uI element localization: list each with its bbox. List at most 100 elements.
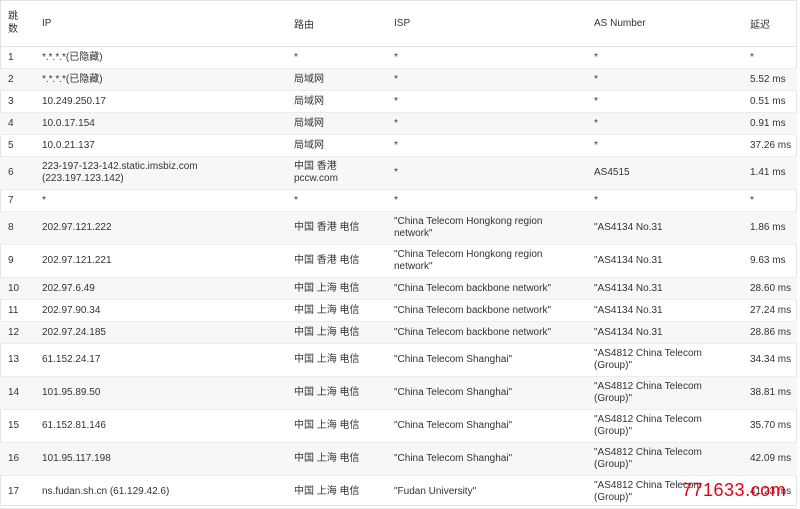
ip-cell: 10.249.250.17 [34, 90, 286, 113]
ip-cell: 10.0.21.137 [34, 134, 286, 157]
isp-cell: "China Telecom backbone network" [386, 321, 586, 344]
route-cell: * [286, 46, 386, 69]
table-row: 13 61.152.24.17 中国 上海 电信 "China Telecom Sha… [0, 343, 797, 377]
isp-cell: * [386, 156, 586, 190]
hop-cell: 11 [0, 299, 34, 322]
ip-cell: ns.fudan.sh.cn (61.129.42.6) [34, 475, 286, 509]
as-number-cell: "AS4812 China Telecom (Group)" [586, 442, 742, 476]
isp-cell: "China Telecom Shanghai" [386, 343, 586, 377]
route-cell: 中国 上海 电信 [286, 376, 386, 410]
latency-cell: 35.70 ms [742, 409, 797, 443]
ip-cell: 202.97.6.49 [34, 277, 286, 300]
latency-cell: * [742, 46, 797, 69]
header-ip: IP [34, 0, 286, 47]
ip-cell: 202.97.90.34 [34, 299, 286, 322]
table-row: 3 10.249.250.17 局域网 * * 0.51 ms [0, 90, 797, 113]
table-row: 9 202.97.121.221 中国 香港 电信 "China Telecom Ho… [0, 244, 797, 278]
isp-cell: "Fudan University" [386, 475, 586, 509]
latency-cell: 42.09 ms [742, 442, 797, 476]
ip-cell: 61.152.81.146 [34, 409, 286, 443]
latency-cell: 1.41 ms [742, 156, 797, 190]
hop-cell: 16 [0, 442, 34, 476]
header-isp: ISP [386, 0, 586, 47]
isp-cell: * [386, 90, 586, 113]
as-number-cell: * [586, 90, 742, 113]
as-number-cell: "AS4812 China Telecom (Group)" [586, 376, 742, 410]
route-cell: 中国 上海 电信 [286, 321, 386, 344]
as-number-cell: "AS4812 China Telecom (Group)" [586, 409, 742, 443]
route-cell: 局域网 [286, 112, 386, 135]
table-row: 1 *.*.*.*(已隐藏) * * * * [0, 46, 797, 69]
route-cell: 局域网 [286, 134, 386, 157]
table-row: 7 * * * * * [0, 189, 797, 212]
isp-cell: * [386, 134, 586, 157]
isp-cell: "China Telecom Shanghai" [386, 409, 586, 443]
route-cell: 中国 上海 电信 [286, 299, 386, 322]
table-header-row: 跳数 IP 路由 ISP AS Number 延迟 [0, 0, 797, 47]
table-row: 16 101.95.117.198 中国 上海 电信 "China Telecom S… [0, 442, 797, 476]
header-hop: 跳数 [0, 0, 34, 47]
as-number-cell: * [586, 189, 742, 212]
isp-cell: * [386, 189, 586, 212]
route-cell: 中国 上海 电信 [286, 343, 386, 377]
table-row: 10 202.97.6.49 中国 上海 电信 "China Telecom back… [0, 277, 797, 300]
table-row: 15 61.152.81.146 中国 上海 电信 "China Telecom Sh… [0, 409, 797, 443]
watermark: 771633.com [682, 480, 787, 500]
ip-cell: * [34, 189, 286, 212]
ip-cell: 101.95.89.50 [34, 376, 286, 410]
as-number-cell: "AS4134 No.31 [586, 277, 742, 300]
hop-cell: 15 [0, 409, 34, 443]
hop-cell: 17 [0, 475, 34, 509]
hop-cell: 10 [0, 277, 34, 300]
isp-cell: * [386, 112, 586, 135]
as-number-cell: "AS4134 No.31 [586, 244, 742, 278]
latency-cell: 5.52 ms [742, 68, 797, 91]
hop-cell: 13 [0, 343, 34, 377]
latency-cell: 37.26 ms [742, 134, 797, 157]
ip-cell: 223-197-123-142.static.imsbiz.com (223.19… [34, 156, 286, 190]
latency-cell: 9.63 ms [742, 244, 797, 278]
table-row: 11 202.97.90.34 中国 上海 电信 "China Telecom bac… [0, 299, 797, 322]
route-cell: 中国 香港 pccw.com [286, 156, 386, 190]
header-route: 路由 [286, 0, 386, 47]
ip-cell: 202.97.121.221 [34, 244, 286, 278]
table-row: 14 101.95.89.50 中国 上海 电信 "China Telecom Sha… [0, 376, 797, 410]
route-cell: 中国 香港 电信 [286, 211, 386, 245]
isp-cell: "China Telecom Hongkong region network" [386, 244, 586, 278]
hop-cell: 12 [0, 321, 34, 344]
as-number-cell: * [586, 134, 742, 157]
isp-cell: "China Telecom backbone network" [386, 299, 586, 322]
route-cell: 中国 上海 电信 [286, 277, 386, 300]
latency-cell: 28.86 ms [742, 321, 797, 344]
route-cell: 局域网 [286, 68, 386, 91]
route-cell: 中国 香港 电信 [286, 244, 386, 278]
hop-cell: 8 [0, 211, 34, 245]
isp-cell: "China Telecom Hongkong region network" [386, 211, 586, 245]
as-number-cell: * [586, 112, 742, 135]
ip-cell: 61.152.24.17 [34, 343, 286, 377]
traceroute-table: 跳数 IP 路由 ISP AS Number 延迟 1 *.*.*.*(已隐藏) *… [0, 0, 797, 509]
latency-cell: 34.34 ms [742, 343, 797, 377]
header-latency: 延迟 [742, 0, 797, 47]
as-number-cell: * [586, 68, 742, 91]
isp-cell: "China Telecom Shanghai" [386, 376, 586, 410]
isp-cell: "China Telecom backbone network" [386, 277, 586, 300]
hop-cell: 14 [0, 376, 34, 410]
ip-cell: 10.0.17.154 [34, 112, 286, 135]
hop-cell: 5 [0, 134, 34, 157]
route-cell: 局域网 [286, 90, 386, 113]
route-cell: 中国 上海 电信 [286, 409, 386, 443]
as-number-cell: "AS4134 No.31 [586, 299, 742, 322]
table-row: 12 202.97.24.185 中国 上海 电信 "China Telecom ba… [0, 321, 797, 344]
as-number-cell: "AS4812 China Telecom (Group)" [586, 343, 742, 377]
ip-cell: 202.97.24.185 [34, 321, 286, 344]
isp-cell: * [386, 68, 586, 91]
table-row: 17 ns.fudan.sh.cn (61.129.42.6) 中国 上海 电信 "F… [0, 475, 797, 509]
route-cell: 中国 上海 电信 [286, 475, 386, 509]
hop-cell: 9 [0, 244, 34, 278]
latency-cell: 27.24 ms [742, 299, 797, 322]
route-cell: * [286, 189, 386, 212]
ip-cell: 101.95.117.198 [34, 442, 286, 476]
latency-cell: * [742, 189, 797, 212]
latency-cell: 0.51 ms [742, 90, 797, 113]
